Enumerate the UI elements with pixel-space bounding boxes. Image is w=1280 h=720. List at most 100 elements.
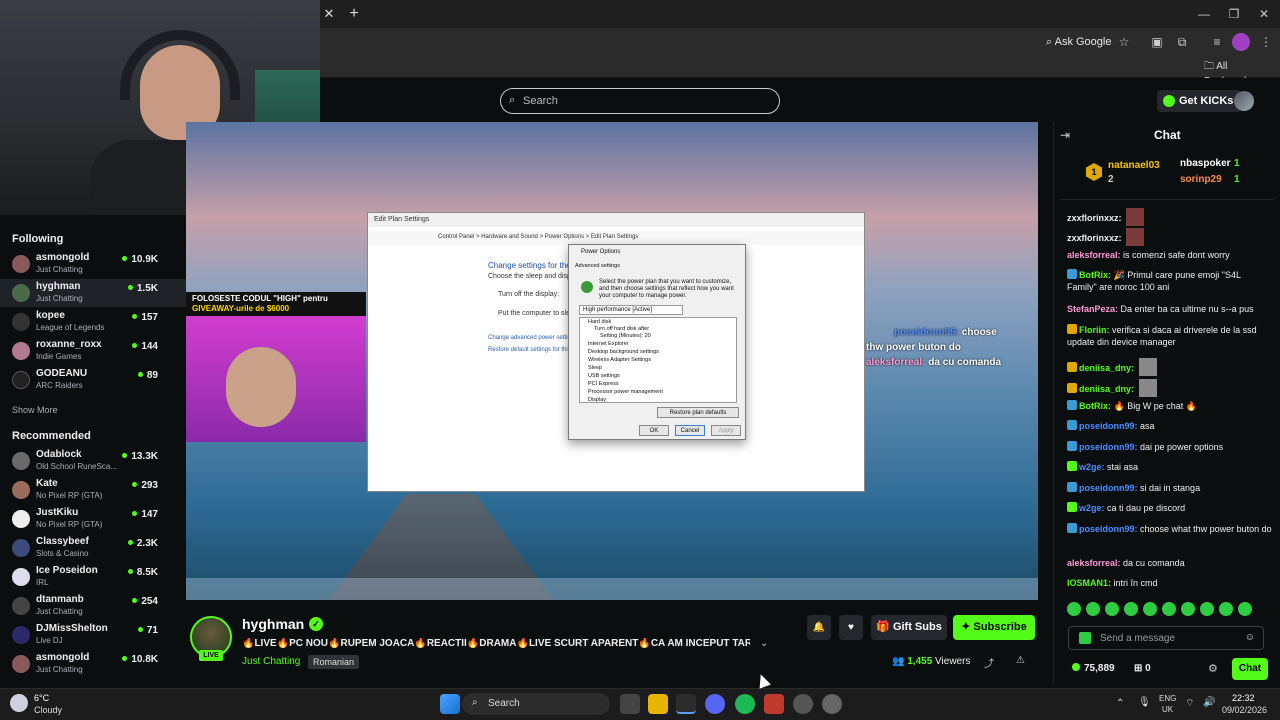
chat-username[interactable]: BotRix: <box>1079 401 1111 411</box>
menu-icon[interactable]: ⋮ <box>1257 33 1275 51</box>
obs-icon[interactable] <box>793 694 813 714</box>
volume-icon[interactable]: 🔊 <box>1203 697 1215 708</box>
avatar <box>12 371 30 389</box>
sidebar-item-following[interactable]: hyghman Just Chatting 1.5K <box>0 279 186 307</box>
microphone-icon[interactable]: 🎙 <box>1138 697 1151 708</box>
gifter-name[interactable]: nbaspoker <box>1180 158 1231 169</box>
profile-avatar[interactable] <box>1232 33 1250 51</box>
emote-icon[interactable] <box>1181 602 1195 616</box>
chat-username[interactable]: poseidonn99: <box>1079 442 1138 452</box>
chat-username[interactable]: poseidonn99: <box>1079 524 1138 534</box>
chat-username[interactable]: w2ge: <box>1079 503 1105 513</box>
os-search-box[interactable]: ⌕ Search <box>462 693 610 715</box>
puzzle-icon[interactable]: ⧉ <box>1173 33 1191 51</box>
emote-icon[interactable] <box>1219 602 1233 616</box>
sidebar-item-following[interactable]: roxanne_roxx Indie Games 144 <box>0 337 186 365</box>
gear-icon[interactable]: ⚙ <box>1208 662 1218 675</box>
chevron-down-icon[interactable]: ⌄ <box>760 638 768 649</box>
report-icon[interactable]: ⚠ <box>1016 655 1025 666</box>
clock-date[interactable]: 09/02/2026 <box>1222 705 1267 715</box>
left-sidebar: Following asmongold Just Chatting 10.9K … <box>0 215 186 685</box>
task-view-icon[interactable] <box>620 694 640 714</box>
sidebar-item-recommended[interactable]: Classybeef Slots & Casino 2.3K <box>0 534 186 562</box>
file-explorer-icon[interactable] <box>648 694 668 714</box>
sidebar-item-recommended[interactable]: DJMissShelton Live DJ 71 <box>0 621 186 649</box>
sidebar-item-recommended[interactable]: dtanmanb Just Chatting 254 <box>0 592 186 620</box>
sidebar-item-recommended[interactable]: Odablock Old School RuneSca... 13.3K <box>0 447 186 475</box>
emote-icon[interactable] <box>1067 602 1081 616</box>
language-indicator[interactable]: ENG <box>1159 694 1176 703</box>
settings-icon[interactable] <box>822 694 842 714</box>
sidebar-item-recommended[interactable]: Kate No Pixel RP (GTA) 293 <box>0 476 186 504</box>
gift-counter[interactable]: ⊞ 0 <box>1134 663 1151 674</box>
channel-category: No Pixel RP (GTA) <box>36 491 103 500</box>
chat-username[interactable]: aleksforreal: <box>1067 558 1121 568</box>
share-icon[interactable]: ⤴ <box>984 655 994 670</box>
chat-username[interactable]: zxxflorinxxz: <box>1067 233 1122 243</box>
chat-username[interactable]: deniisa_dny: <box>1079 363 1134 373</box>
category-link[interactable]: Just Chatting <box>242 656 300 667</box>
emote-icon[interactable] <box>1124 602 1138 616</box>
keyboard-layout[interactable]: UK <box>1162 705 1173 714</box>
follow-heart-button[interactable]: ♥ <box>839 615 863 640</box>
media-icon[interactable]: ≡ <box>1208 33 1226 51</box>
sidebar-item-recommended[interactable]: JustKiku No Pixel RP (GTA) 147 <box>0 505 186 533</box>
brave-icon[interactable] <box>764 694 784 714</box>
chevron-up-icon[interactable]: ⌃ <box>1116 698 1124 709</box>
streamer-name[interactable]: hyghman <box>242 616 304 632</box>
chat-username[interactable]: zxxflorinxxz: <box>1067 213 1122 223</box>
chat-username[interactable]: deniisa_dny: <box>1079 384 1134 394</box>
discord-icon[interactable] <box>705 694 725 714</box>
minimize-icon[interactable]: — <box>1190 4 1218 24</box>
restore-icon[interactable]: ❐ <box>1220 4 1248 24</box>
get-kicks-button[interactable]: Get KICKs <box>1157 90 1242 112</box>
sidebar-item-following[interactable]: GODEANU ARC Raiders 89 <box>0 366 186 394</box>
star-icon[interactable]: ☆ <box>1115 33 1133 51</box>
subscribe-button[interactable]: ✦ Subscribe <box>953 615 1035 640</box>
collapse-chat-icon[interactable]: ⇥ <box>1060 128 1070 142</box>
emote-icon[interactable] <box>1105 602 1119 616</box>
chat-username[interactable]: w2ge: <box>1079 462 1105 472</box>
emote-icon[interactable] <box>1162 602 1176 616</box>
chat-username[interactable]: StefanPeza: <box>1067 304 1118 314</box>
sidebar-item-recommended[interactable]: asmongold Just Chatting 10.8K <box>0 650 186 678</box>
search-input[interactable]: ⌕ Search <box>500 88 780 114</box>
language-tag[interactable]: Romanian <box>308 655 360 669</box>
emoji-icon[interactable]: ☺ <box>1245 632 1255 643</box>
gifter-name[interactable]: natanael03 <box>1108 160 1160 171</box>
video-player[interactable]: FOLOSESTE CODUL "HIGH" pentru GIVEAWAY-u… <box>186 122 1038 600</box>
chat-username[interactable]: IOSMAN1: <box>1067 578 1111 588</box>
weather-icon[interactable] <box>10 694 28 712</box>
sidebar-item-following[interactable]: kopee League of Legends 157 <box>0 308 186 336</box>
extension-icon[interactable]: ▣ <box>1148 33 1166 51</box>
windows-start-icon[interactable] <box>440 694 460 714</box>
chat-username[interactable]: Floriin: <box>1079 325 1110 335</box>
chat-username[interactable]: poseidonn99: <box>1079 421 1138 431</box>
chat-username[interactable]: aleksforreal: <box>1067 250 1121 260</box>
sidebar-item-recommended[interactable]: Ice Poseidon IRL 8.5K <box>0 563 186 591</box>
chrome-icon[interactable] <box>676 694 696 714</box>
wifi-icon[interactable]: ⌔ <box>1185 697 1194 710</box>
sidebar-item-following[interactable]: asmongold Just Chatting 10.9K <box>0 250 186 278</box>
chat-username[interactable]: poseidonn99: <box>1079 483 1138 493</box>
kicks-balance[interactable]: 75,889 <box>1072 663 1115 674</box>
new-tab-button[interactable]: + <box>344 4 364 24</box>
emote-icon[interactable] <box>1143 602 1157 616</box>
emote-icon[interactable] <box>1086 602 1100 616</box>
notification-bell-button[interactable]: 🔔 <box>807 615 831 640</box>
close-window-icon[interactable]: ✕ <box>1250 4 1278 24</box>
chat-username[interactable]: BotRix: <box>1079 270 1111 280</box>
close-tab-icon[interactable]: ✕ <box>320 4 338 24</box>
emote-icon[interactable] <box>1238 602 1252 616</box>
send-chat-button[interactable]: Chat <box>1232 658 1268 680</box>
chat-message-input[interactable]: Send a message ☺ <box>1068 626 1264 650</box>
ask-google-label: Ask Google <box>1054 36 1112 48</box>
ask-google-button[interactable]: ⌕ Ask Google <box>1040 32 1117 52</box>
gift-subs-button[interactable]: 🎁 Gift Subs <box>871 615 947 640</box>
clock-time[interactable]: 22:32 <box>1232 693 1255 703</box>
user-avatar[interactable] <box>1234 91 1254 111</box>
show-more-link[interactable]: Show More <box>12 405 58 415</box>
emote-icon[interactable] <box>1200 602 1214 616</box>
spotify-icon[interactable] <box>735 694 755 714</box>
gifter-name[interactable]: sorinp29 <box>1180 174 1222 185</box>
